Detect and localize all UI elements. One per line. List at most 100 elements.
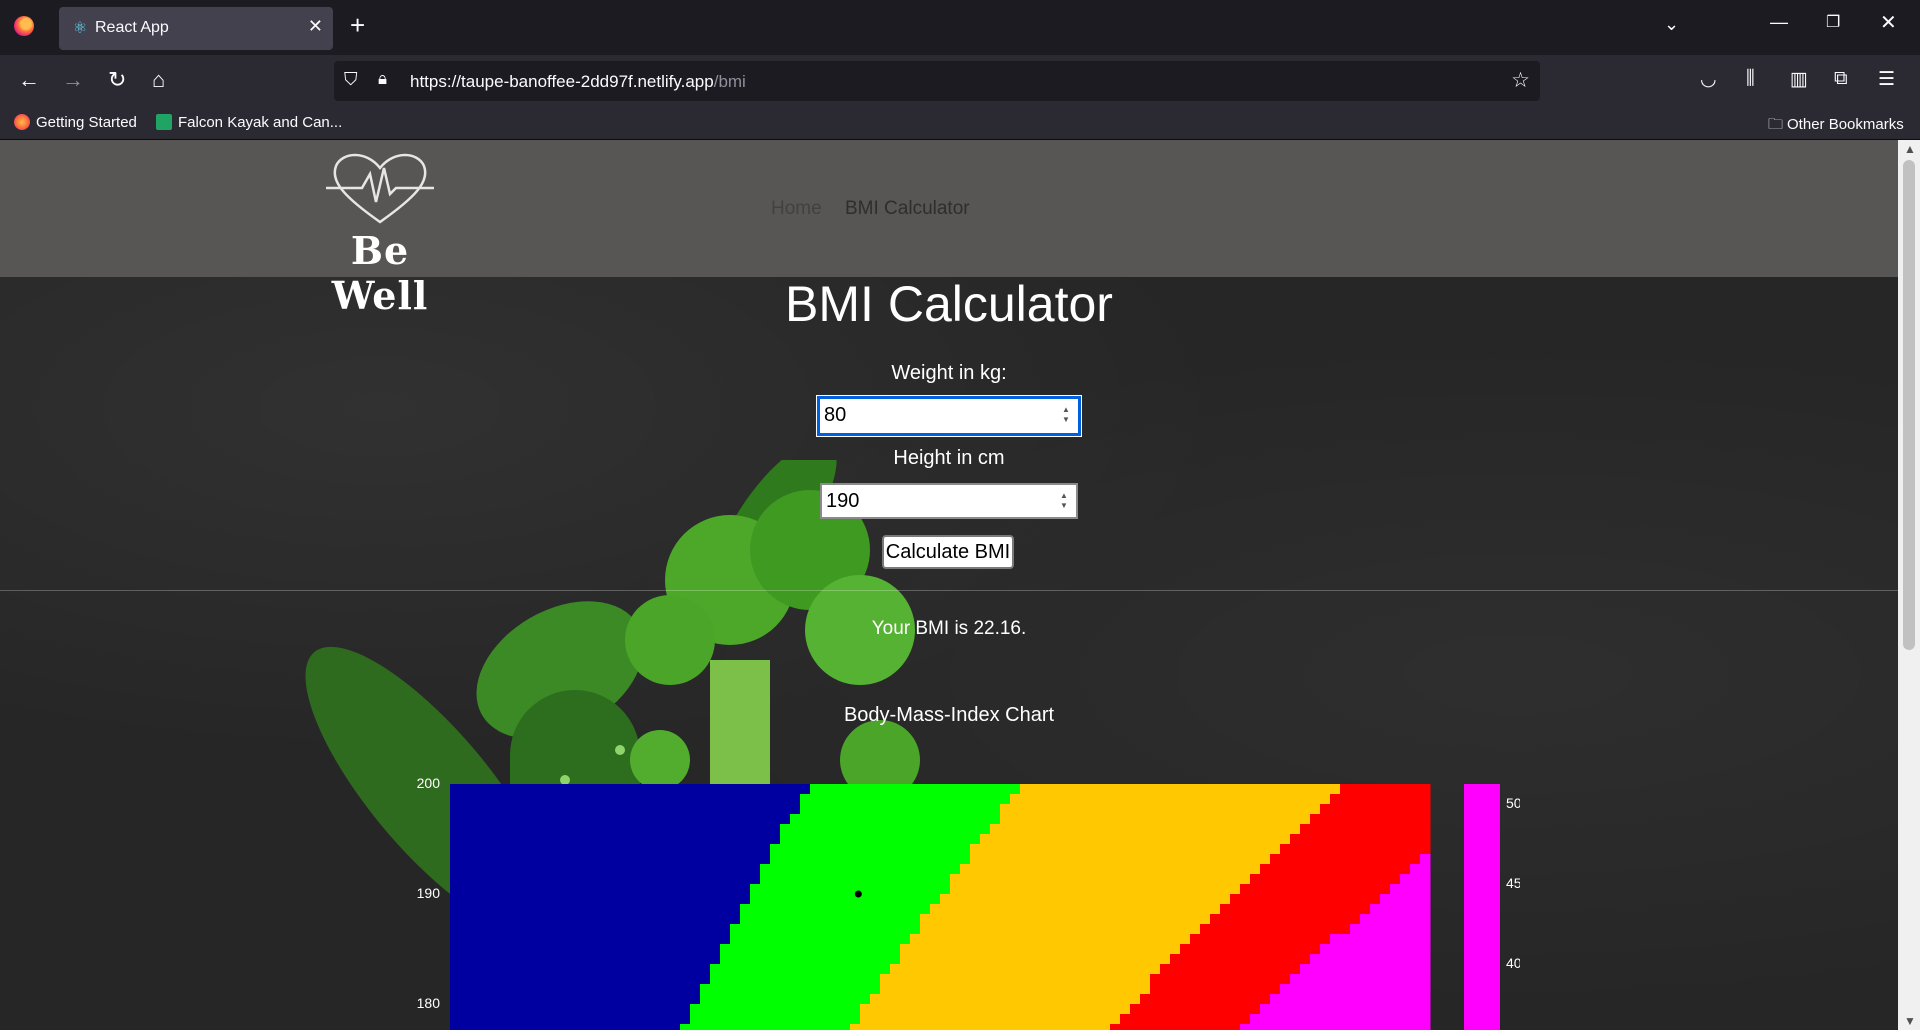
home-icon[interactable]: ⌂	[152, 67, 165, 93]
heatmap-cell	[780, 804, 791, 815]
heatmap-cell	[860, 1014, 871, 1025]
heatmap-cell	[1020, 1014, 1031, 1025]
heatmap-cell	[1000, 944, 1011, 955]
heatmap-cell	[1290, 914, 1301, 925]
heatmap-cell	[1390, 824, 1401, 835]
heatmap-cell	[1350, 964, 1361, 975]
heatmap-cell	[470, 814, 481, 825]
heatmap-cell	[830, 934, 841, 945]
list-all-tabs-icon[interactable]: ⌄	[1664, 14, 1679, 35]
heatmap-cell	[630, 844, 641, 855]
heatmap-cell	[1350, 984, 1361, 995]
heatmap-cell	[810, 824, 821, 835]
scroll-down-icon[interactable]: ▼	[1904, 1014, 1916, 1028]
heatmap-cell	[980, 914, 991, 925]
extensions-icon[interactable]: ⧉	[1834, 68, 1848, 90]
lock-icon[interactable]: 🔒︎	[378, 69, 387, 89]
heatmap-cell	[700, 984, 711, 995]
heatmap-cell	[970, 894, 981, 905]
heatmap-cell	[850, 1024, 861, 1030]
heatmap-cell	[740, 1014, 751, 1025]
bookmark-getting-started[interactable]: Getting Started	[14, 114, 137, 131]
library-icon[interactable]: ⫼	[1746, 68, 1755, 90]
heatmap-cell	[1250, 924, 1261, 935]
menu-icon[interactable]: ☰	[1878, 68, 1895, 91]
reload-icon[interactable]: ↻	[108, 67, 126, 93]
heatmap-cell	[720, 954, 731, 965]
url-text[interactable]: https://taupe-banoffee-2dd97f.netlify.ap…	[410, 72, 746, 92]
heatmap-cell	[870, 814, 881, 825]
close-tab-icon[interactable]: ✕	[308, 16, 323, 37]
heatmap-cell	[1130, 1004, 1141, 1015]
pocket-icon[interactable]: ◡	[1700, 68, 1717, 91]
close-window-icon[interactable]: ✕	[1880, 10, 1897, 35]
forward-icon[interactable]: →	[62, 67, 84, 93]
firefox-icon[interactable]	[14, 16, 34, 36]
heatmap-cell	[1020, 934, 1031, 945]
scroll-up-icon[interactable]: ▲	[1904, 142, 1916, 156]
shield-icon[interactable]: ⛉	[344, 69, 358, 90]
heatmap-cell	[790, 974, 801, 985]
heatmap-cell	[540, 824, 551, 835]
height-spinner-icon[interactable]: ▲ ▼	[1056, 491, 1072, 511]
heatmap-cell	[930, 1004, 941, 1015]
heatmap-cell	[470, 964, 481, 975]
bookmark-falcon-kayak[interactable]: Falcon Kayak and Can...	[156, 114, 342, 131]
browser-tab[interactable]: ⚛ React App ✕	[59, 7, 333, 50]
nav-bmi-calculator-link[interactable]: BMI Calculator	[845, 198, 970, 220]
weight-input[interactable]: 80 ▲ ▼	[817, 396, 1081, 436]
heatmap-cell	[1270, 784, 1281, 795]
heatmap-cell	[480, 854, 491, 865]
heatmap-cell	[650, 814, 661, 825]
scrollbar-thumb[interactable]	[1903, 160, 1915, 650]
heatmap-cell	[1210, 834, 1221, 845]
heatmap-cell	[780, 904, 791, 915]
heatmap-cell	[480, 804, 491, 815]
new-tab-button[interactable]: +	[350, 10, 365, 40]
heatmap-cell	[650, 904, 661, 915]
heatmap-cell	[1000, 1004, 1011, 1015]
heatmap-cell	[1050, 934, 1061, 945]
heatmap-cell	[1090, 974, 1101, 985]
heatmap-cell	[970, 864, 981, 875]
heatmap-cell	[550, 994, 561, 1005]
heatmap-cell	[630, 1014, 641, 1025]
calculate-bmi-button[interactable]: Calculate BMI	[882, 535, 1014, 569]
heatmap-cell	[1010, 1014, 1021, 1025]
nav-home-link[interactable]: Home	[771, 198, 822, 220]
heatmap-cell	[1410, 944, 1421, 955]
heatmap-cell	[560, 964, 571, 975]
back-icon[interactable]: ←	[18, 67, 40, 93]
heatmap-cell	[970, 944, 981, 955]
minimize-icon[interactable]: —	[1770, 12, 1788, 33]
sidebar-icon[interactable]: ▥	[1790, 68, 1808, 91]
heatmap-cell	[560, 834, 571, 845]
heatmap-cell	[670, 994, 681, 1005]
page-scrollbar[interactable]: ▲ ▼	[1898, 140, 1920, 1030]
heatmap-cell	[710, 994, 721, 1005]
heatmap-cell	[780, 1004, 791, 1015]
heatmap-cell	[630, 824, 641, 835]
heatmap-cell	[1250, 784, 1261, 795]
weight-spinner-icon[interactable]: ▲ ▼	[1058, 405, 1074, 425]
heatmap-cell	[570, 824, 581, 835]
restore-icon[interactable]: ❐	[1826, 12, 1840, 32]
heatmap-cell	[1010, 954, 1021, 965]
height-input[interactable]: 190 ▲ ▼	[820, 483, 1078, 519]
heatmap-cell	[1200, 994, 1211, 1005]
url-bar[interactable]: ⛉ 🔒︎ https://taupe-banoffee-2dd97f.netli…	[334, 61, 1540, 101]
bookmark-star-icon[interactable]: ☆	[1511, 68, 1530, 93]
heatmap-cell	[890, 954, 901, 965]
heatmap-cell	[1020, 944, 1031, 955]
heatmap-cell	[470, 874, 481, 885]
heatmap-cell	[1120, 934, 1131, 945]
heatmap-cell	[1390, 794, 1401, 805]
heatmap-cell	[460, 1014, 471, 1025]
heatmap-cell	[570, 1024, 581, 1030]
other-bookmarks[interactable]: 🗀 Other Bookmarks	[1768, 114, 1904, 139]
heatmap-cell	[750, 864, 761, 875]
heatmap-cell	[700, 974, 711, 985]
heatmap-cell	[700, 844, 711, 855]
heatmap-cell	[1300, 1004, 1311, 1015]
heatmap-cell	[660, 914, 671, 925]
